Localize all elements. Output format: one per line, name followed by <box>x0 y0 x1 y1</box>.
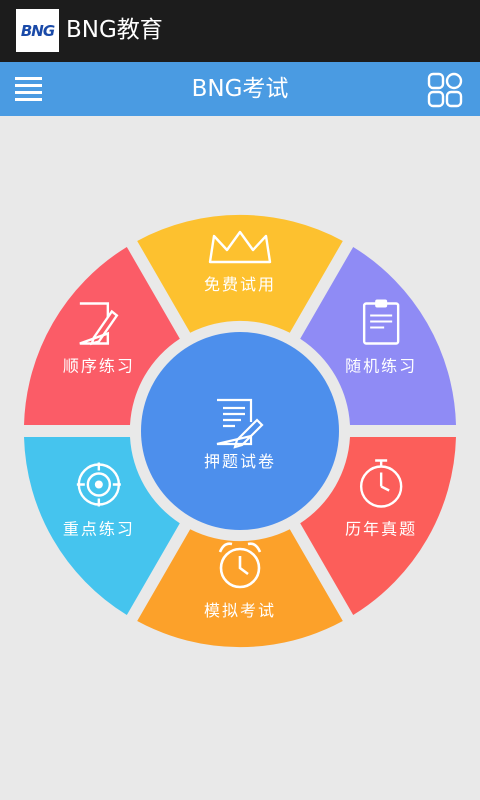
segment-label: 随机练习 <box>345 357 417 376</box>
segment-mock-exam[interactable]: 模拟考试 <box>137 529 343 648</box>
segment-label: 免费试用 <box>204 275 276 294</box>
segment-label: 顺序练习 <box>63 357 135 376</box>
center-disc <box>141 332 339 530</box>
center-label: 押题试卷 <box>204 452 276 471</box>
segment-label: 模拟考试 <box>204 601 276 620</box>
menu-wheel: 免费试用随机练习历年真题模拟考试 重点练习 顺序练习 押题试卷 <box>24 214 456 648</box>
segment-free-trial[interactable]: 免费试用 <box>137 214 343 333</box>
center-button[interactable]: 押题试卷 <box>141 332 339 530</box>
segment-label: 重点练习 <box>63 520 135 539</box>
segment-label: 历年真题 <box>345 520 417 539</box>
